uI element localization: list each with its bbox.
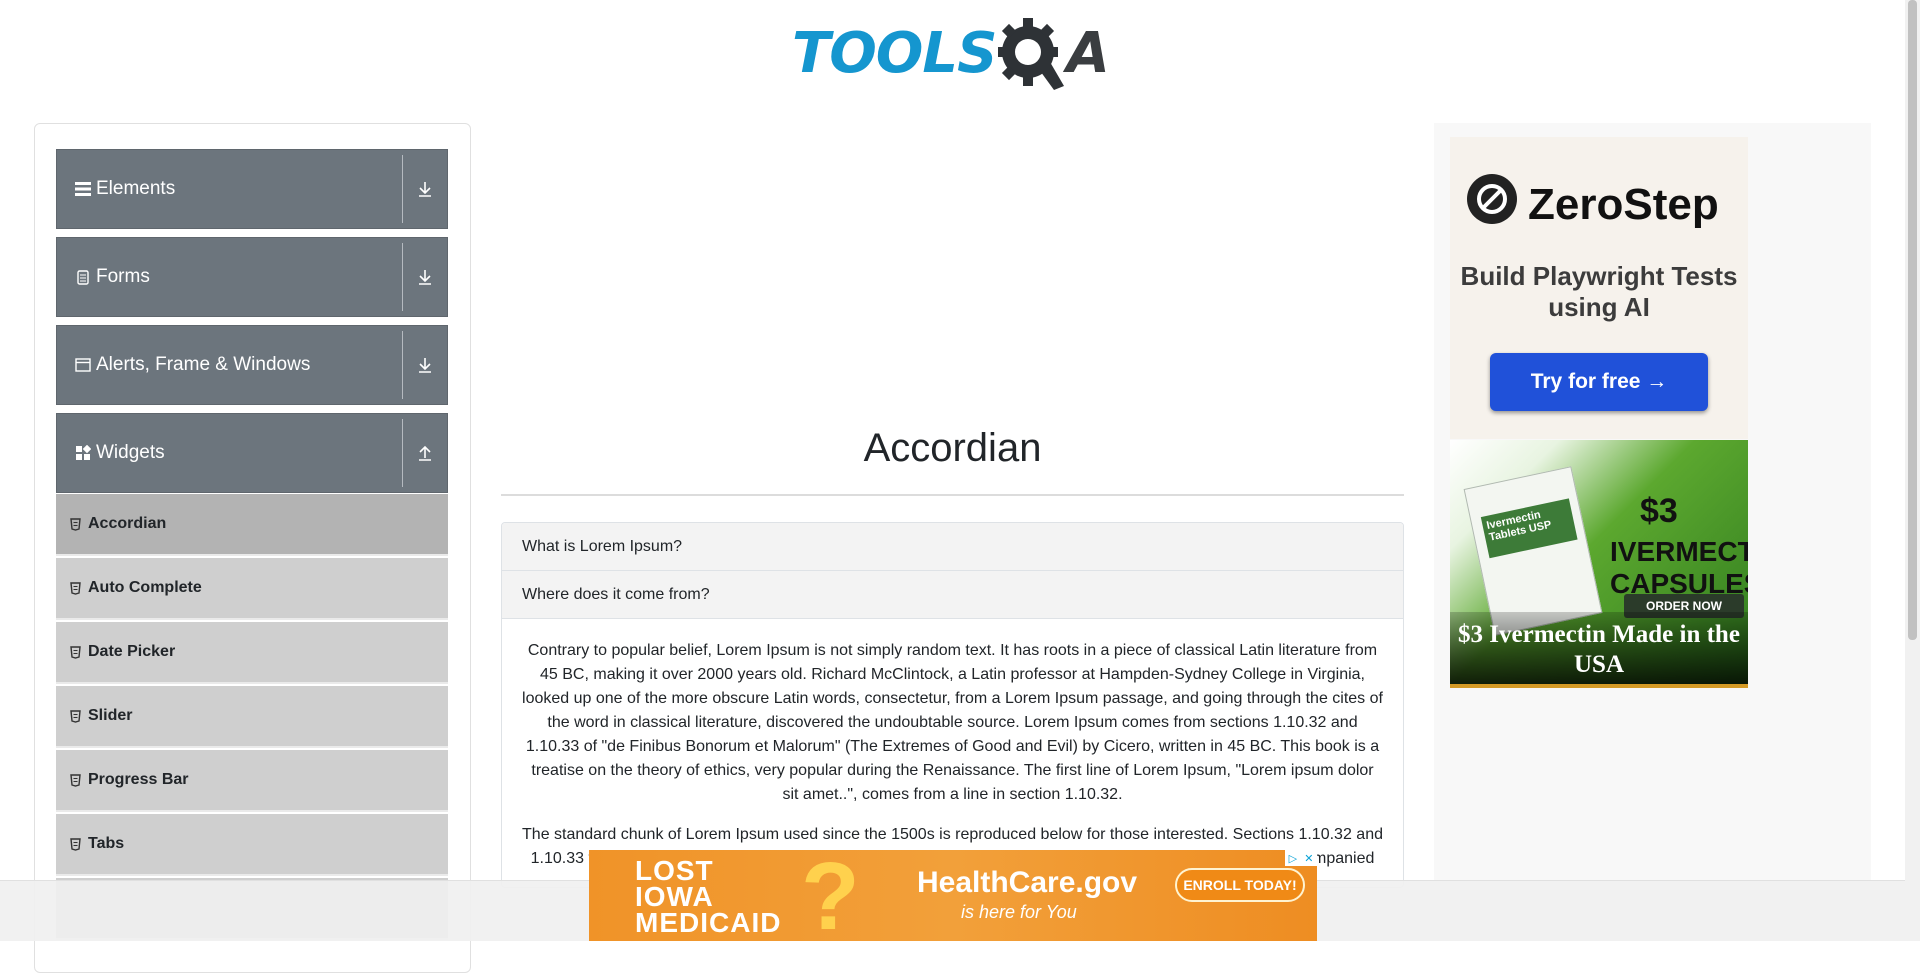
html5-icon — [70, 517, 82, 531]
sidebar-group-label: Widgets — [96, 442, 165, 463]
accordion-body: Contrary to popular belief, Lorem Ipsum … — [502, 619, 1403, 871]
sidebar-group-label: Forms — [96, 266, 150, 287]
medicine-box-label: Ivermectin Tablets USP — [1480, 498, 1578, 559]
sidebar-group-label: Alerts, Frame & Windows — [96, 354, 311, 375]
sidebar-item-label: Date Picker — [88, 643, 176, 660]
close-icon[interactable]: ✕ — [1304, 852, 1313, 865]
sidebar-item-label: Slider — [88, 707, 133, 724]
scrollbar-thumb[interactable] — [1908, 0, 1917, 640]
sidebar-item-label: Progress Bar — [88, 771, 189, 788]
question-mark-icon: ? — [801, 850, 860, 941]
html5-icon — [70, 709, 82, 723]
html5-icon — [70, 837, 82, 851]
sidebar-group-widgets[interactable]: Widgets — [56, 413, 448, 493]
sidebar-group-forms[interactable]: Forms — [56, 237, 448, 317]
adchoices-triangle-icon[interactable]: ▷ — [1289, 852, 1297, 865]
html5-icon — [70, 645, 82, 659]
zerostep-logo-icon — [1466, 173, 1518, 236]
file-icon — [74, 268, 92, 286]
page-title: Accordian — [501, 420, 1404, 496]
try-for-free-button[interactable]: Try for free → — [1490, 353, 1708, 411]
download-arrow-icon[interactable] — [403, 149, 447, 229]
hamburger-icon — [74, 180, 92, 198]
ad-price: $3 — [1640, 492, 1678, 530]
ad-product-name: IVERMECTIN CAPSULES — [1610, 536, 1748, 599]
ad-caption: $3 Ivermectin Made in the USA — [1450, 612, 1748, 688]
toolsqa-logo[interactable]: TOOLS A — [792, 14, 1122, 92]
accordion: What is Lorem Ipsum? Where does it come … — [501, 522, 1404, 888]
sidebar-group-elements[interactable]: Elements — [56, 149, 448, 229]
ad-accent-bar — [1450, 684, 1748, 688]
sidebar-group-alerts[interactable]: Alerts, Frame & Windows — [56, 325, 448, 405]
gear-q-icon — [996, 14, 1066, 92]
html5-icon — [70, 773, 82, 787]
accordion-header-where-from[interactable]: Where does it come from? — [502, 571, 1403, 619]
ad-headline: LOST IOWA MEDICAID — [635, 857, 782, 938]
ad-site: HealthCare.gov — [917, 866, 1138, 899]
accordion-header-what-is[interactable]: What is Lorem Ipsum? — [502, 523, 1403, 571]
zerostep-brand: ZeroStep — [1466, 173, 1719, 236]
ad-choices-icon[interactable]: ▷ ✕ — [1285, 850, 1317, 866]
enroll-today-button[interactable]: ENROLL TODAY! — [1175, 868, 1305, 902]
healthcare-banner-ad[interactable]: LOST IOWA MEDICAID ? HealthCare.gov is h… — [589, 850, 1317, 941]
sidebar-item-progress-bar[interactable]: Progress Bar — [56, 750, 448, 812]
upload-arrow-icon[interactable] — [403, 413, 447, 493]
zerostep-tagline: Build Playwright Tests using AI — [1460, 261, 1738, 322]
html5-icon — [70, 581, 82, 595]
body-paragraph: Contrary to popular belief, Lorem Ipsum … — [522, 642, 1383, 803]
zerostep-brand-text: ZeroStep — [1528, 179, 1719, 229]
logo-text-tools: TOOLS — [792, 20, 997, 86]
sidebar-item-accordian[interactable]: Accordian — [56, 494, 448, 556]
download-arrow-icon[interactable] — [403, 237, 447, 317]
download-arrow-icon[interactable] — [403, 325, 447, 405]
logo-text-a: A — [1066, 20, 1110, 86]
window-icon — [74, 356, 92, 374]
ad-headline-line3: MEDICAID — [635, 907, 782, 938]
sidebar-item-label: Accordian — [88, 515, 167, 532]
scrollbar[interactable] — [1905, 0, 1920, 941]
sidebar-group-label: Elements — [96, 178, 176, 199]
sidebar-panel: Elements Forms Alerts, Frame & Windows W… — [34, 123, 471, 973]
sidebar-item-tabs[interactable]: Tabs — [56, 814, 448, 876]
header: TOOLS A — [0, 0, 1905, 100]
ad-tagline: is here for You — [961, 902, 1077, 922]
sidebar-item-date-picker[interactable]: Date Picker — [56, 622, 448, 684]
sidebar-item-auto-complete[interactable]: Auto Complete — [56, 558, 448, 620]
sidebar-item-label: Auto Complete — [88, 579, 202, 596]
sidebar-item-label: Tabs — [88, 835, 125, 852]
sidebar-item-slider[interactable]: Slider — [56, 686, 448, 748]
zerostep-ad[interactable]: ZeroStep Build Playwright Tests using AI… — [1450, 137, 1748, 439]
ivermectin-ad[interactable]: Ivermectin Tablets USP $3 IVERMECTIN CAP… — [1450, 440, 1748, 688]
widgets-icon — [74, 444, 92, 462]
